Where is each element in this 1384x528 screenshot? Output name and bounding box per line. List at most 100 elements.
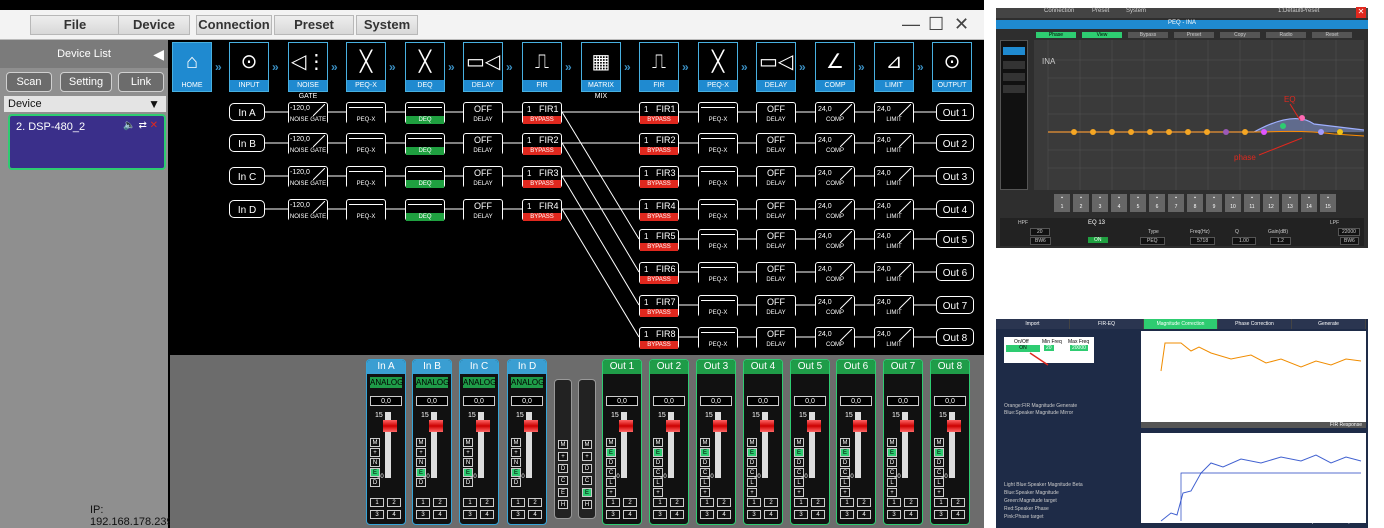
comp-box[interactable]: 24,0 COMP — [815, 166, 855, 188]
fader-knob[interactable] — [476, 420, 490, 432]
fir-out-box[interactable]: 1 FIR1 BYPASS — [639, 102, 679, 124]
peq-band-5[interactable]: ▪ 5 — [1130, 194, 1146, 212]
fir-out-box[interactable]: 1 FIR4 BYPASS — [639, 199, 679, 221]
freq-value[interactable]: 5718 — [1190, 237, 1216, 245]
route-2[interactable]: 2 — [480, 498, 494, 507]
route-3[interactable]: 3 — [511, 510, 525, 519]
delay-in-box[interactable]: OFF DELAY — [463, 102, 503, 124]
peq-tab-bypass[interactable]: Bypass — [1128, 32, 1168, 38]
delay-out-box[interactable]: OFF DELAY — [756, 102, 796, 124]
channel-toggle-D[interactable]: D — [934, 458, 944, 467]
route-4[interactable]: 4 — [528, 510, 542, 519]
peq-band-7[interactable]: ▪ 7 — [1168, 194, 1184, 212]
link-toggle[interactable]: C — [582, 476, 592, 485]
fir-out-box[interactable]: 1 FIR6 BYPASS — [639, 262, 679, 284]
channel-toggle-M[interactable]: M — [370, 438, 380, 447]
channel-toggle-C[interactable]: C — [747, 468, 757, 477]
peq-graph[interactable]: INA EQ phase — [1034, 40, 1364, 190]
peq-band-2[interactable]: ▪ 2 — [1073, 194, 1089, 212]
link-toggle[interactable]: + — [582, 452, 592, 461]
peq-band-6[interactable]: ▪ 6 — [1149, 194, 1165, 212]
route-4[interactable]: 4 — [387, 510, 401, 519]
route-3[interactable]: 3 — [606, 510, 620, 519]
gain-value[interactable]: 0,0 — [794, 396, 826, 406]
peq-menu-system[interactable]: System — [1126, 8, 1146, 14]
route-1[interactable]: 1 — [794, 498, 808, 507]
peq-tab-copy[interactable]: Copy — [1220, 32, 1260, 38]
route-1[interactable]: 1 — [511, 498, 525, 507]
hpf-freq[interactable]: 20 — [1030, 228, 1050, 236]
route-2[interactable]: 2 — [811, 498, 825, 507]
channel-toggle-E[interactable]: E — [606, 448, 616, 457]
input-in-c[interactable]: In C — [229, 167, 265, 185]
fir-in-box[interactable]: 1 FIR2 BYPASS — [522, 133, 562, 155]
peq-menu-connection[interactable]: Connection — [1044, 8, 1074, 14]
channel-toggle-E[interactable]: E — [887, 448, 897, 457]
gain-value[interactable]: 0,0 — [934, 396, 966, 406]
delay-in-box[interactable]: OFF DELAY — [463, 199, 503, 221]
route-3[interactable]: 3 — [840, 510, 854, 519]
channel-toggle-C[interactable]: C — [887, 468, 897, 477]
channel-toggle-+[interactable]: + — [794, 488, 804, 497]
channel-toggle-C[interactable]: C — [840, 468, 850, 477]
peq-band-3[interactable]: ▪ 3 — [1092, 194, 1108, 212]
fir-out-box[interactable]: 1 FIR3 BYPASS — [639, 166, 679, 188]
output-8[interactable]: Out 8 — [936, 328, 974, 346]
peq-band-8[interactable]: ▪ 8 — [1187, 194, 1203, 212]
route-3[interactable]: 3 — [887, 510, 901, 519]
output-5[interactable]: Out 5 — [936, 230, 974, 248]
comp-box[interactable]: 24,0 COMP — [815, 229, 855, 251]
channel-toggle-L[interactable]: L — [700, 478, 710, 487]
channel-toggle-D[interactable]: D — [700, 458, 710, 467]
peqx-in-box[interactable]: PEQ-X — [346, 166, 386, 188]
peqx-out-box[interactable]: PEQ-X — [698, 133, 738, 155]
route-1[interactable]: 1 — [606, 498, 620, 507]
peq-tab-view[interactable]: View — [1082, 32, 1122, 38]
link-toggle[interactable]: D — [558, 464, 568, 473]
route-3[interactable]: 3 — [653, 510, 667, 519]
output-7[interactable]: Out 7 — [936, 296, 974, 314]
correction-tab-2[interactable]: Magnitude Correction — [1144, 319, 1218, 329]
route-4[interactable]: 4 — [623, 510, 637, 519]
fader-knob[interactable] — [947, 420, 961, 432]
route-1[interactable]: 1 — [700, 498, 714, 507]
deq-box[interactable]: DEQ — [405, 102, 445, 124]
link-toggle[interactable]: H — [558, 500, 568, 509]
comp-box[interactable]: 24,0 COMP — [815, 327, 855, 349]
output-1[interactable]: Out 1 — [936, 103, 974, 121]
limit-box[interactable]: 24,0 LIMIT — [874, 262, 914, 284]
route-3[interactable]: 3 — [416, 510, 430, 519]
fader-knob[interactable] — [524, 420, 538, 432]
channel-toggle-M[interactable]: M — [747, 438, 757, 447]
channel-toggle-+[interactable]: + — [370, 448, 380, 457]
channel-toggle-D[interactable]: D — [887, 458, 897, 467]
channel-toggle-D[interactable]: D — [606, 458, 616, 467]
link-toggle[interactable]: M — [582, 440, 592, 449]
peq-tab-reset[interactable]: Reset — [1312, 32, 1352, 38]
fir-in-box[interactable]: 1 FIR1 BYPASS — [522, 102, 562, 124]
fir-in-box[interactable]: 1 FIR3 BYPASS — [522, 166, 562, 188]
peq-tab-phase[interactable]: Phase — [1036, 32, 1076, 38]
route-4[interactable]: 4 — [857, 510, 871, 519]
channel-toggle-L[interactable]: L — [794, 478, 804, 487]
fader-knob[interactable] — [619, 420, 633, 432]
route-1[interactable]: 1 — [934, 498, 948, 507]
route-2[interactable]: 2 — [857, 498, 871, 507]
channel-toggle-L[interactable]: L — [887, 478, 897, 487]
channel-toggle-M[interactable]: M — [887, 438, 897, 447]
fir-out-box[interactable]: 1 FIR7 BYPASS — [639, 295, 679, 317]
peqx-out-box[interactable]: PEQ-X — [698, 295, 738, 317]
limit-box[interactable]: 24,0 LIMIT — [874, 166, 914, 188]
channel-toggle-E[interactable]: E — [370, 468, 380, 477]
channel-toggle-L[interactable]: L — [606, 478, 616, 487]
gain-value[interactable]: 1.2 — [1270, 237, 1291, 245]
deq-box[interactable]: DEQ — [405, 133, 445, 155]
route-2[interactable]: 2 — [717, 498, 731, 507]
correction-tab-3[interactable]: Phase Correction — [1218, 319, 1292, 329]
gain-value[interactable]: 0,0 — [887, 396, 919, 406]
delay-out-box[interactable]: OFF DELAY — [756, 166, 796, 188]
channel-toggle-C[interactable]: C — [934, 468, 944, 477]
channel-toggle-L[interactable]: L — [840, 478, 850, 487]
limit-box[interactable]: 24,0 LIMIT — [874, 133, 914, 155]
channel-toggle-M[interactable]: M — [606, 438, 616, 447]
